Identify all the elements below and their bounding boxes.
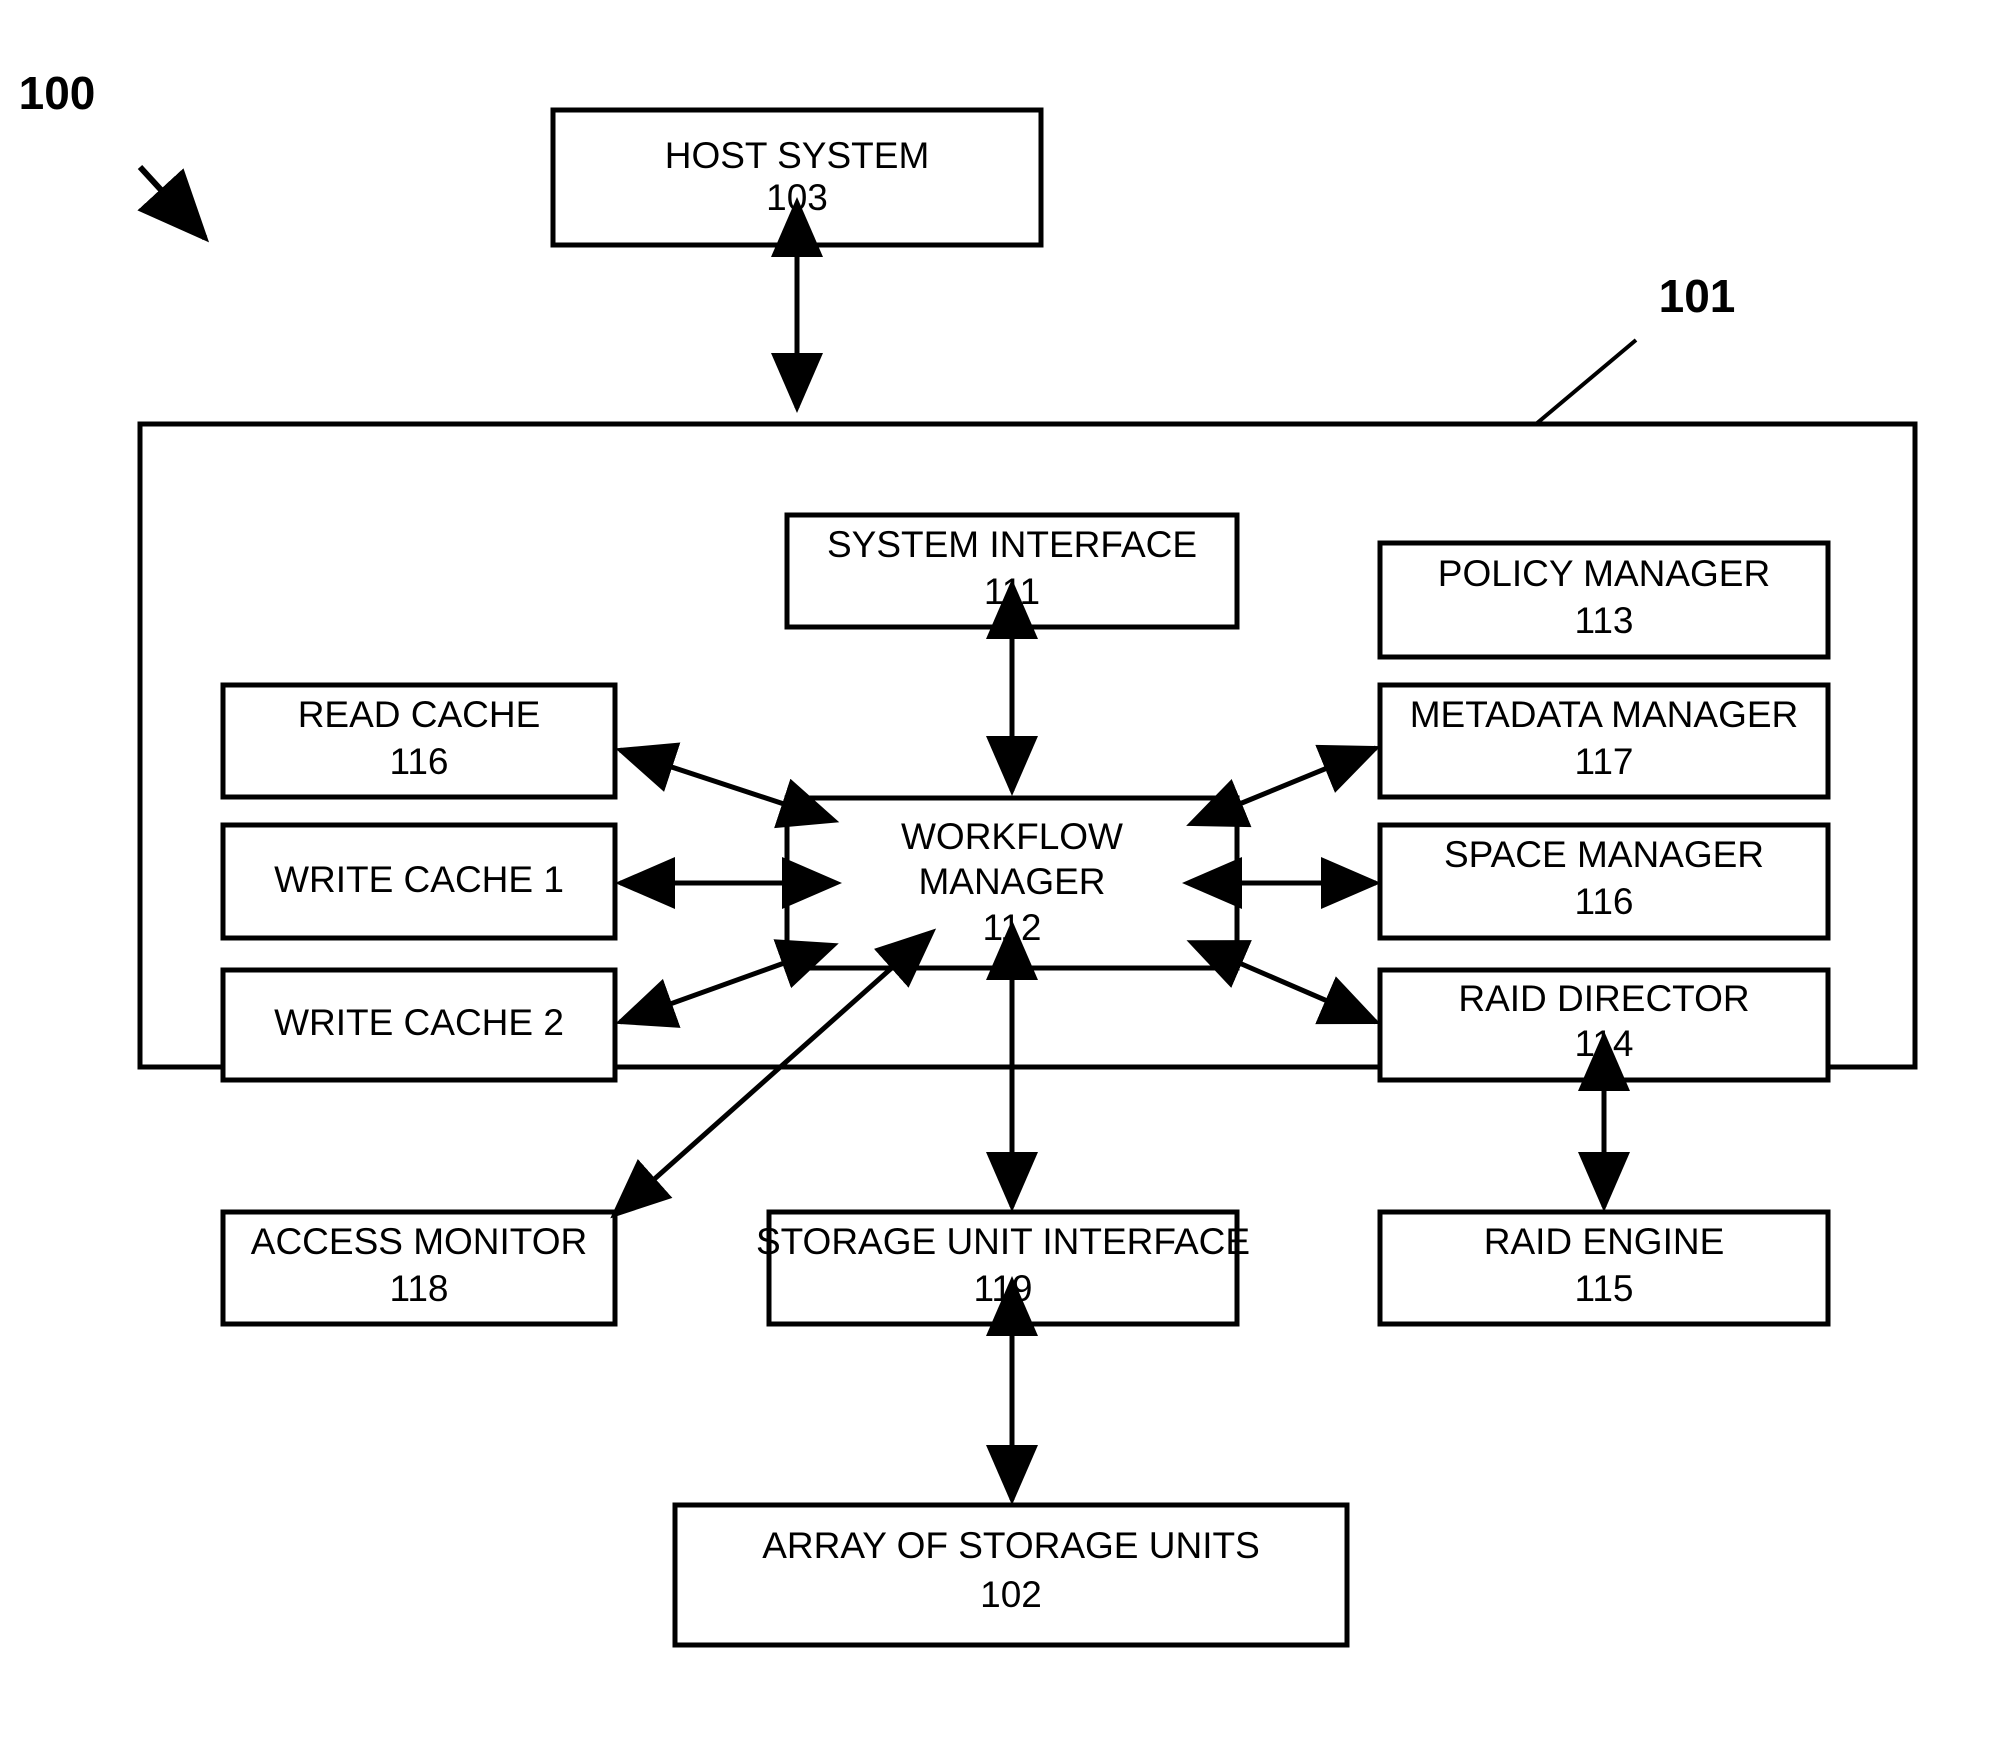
system-interface-title: SYSTEM INTERFACE: [827, 524, 1197, 565]
box-metadata-manager[interactable]: METADATA MANAGER 117: [1377, 682, 1831, 800]
box-raid-director[interactable]: RAID DIRECTOR 114: [1377, 967, 1831, 1083]
system-interface-ref: 111: [984, 571, 1040, 612]
connector-workflow-to-raid-director: [1186, 940, 1381, 1025]
access-monitor-title: ACCESS MONITOR: [251, 1221, 587, 1262]
host-system-ref: 103: [766, 177, 828, 218]
host-system-title: HOST SYSTEM: [665, 135, 930, 176]
metadata-manager-ref: 117: [1575, 741, 1634, 782]
policy-manager-title: POLICY MANAGER: [1438, 553, 1770, 594]
box-array-of-storage-units[interactable]: ARRAY OF STORAGE UNITS 102: [672, 1502, 1350, 1648]
write-cache-1-title: WRITE CACHE 1: [274, 859, 564, 900]
system-ref-leader-line: [1534, 338, 1638, 426]
policy-manager-ref: 113: [1575, 600, 1634, 641]
workflow-manager-ref: 112: [983, 907, 1042, 948]
connector-workflow-to-metadata-manager: [1186, 744, 1381, 828]
raid-director-title: RAID DIRECTOR: [1458, 978, 1749, 1019]
space-manager-ref: 116: [1575, 881, 1634, 922]
box-policy-manager[interactable]: POLICY MANAGER 113: [1377, 540, 1831, 660]
raid-engine-title: RAID ENGINE: [1484, 1221, 1725, 1262]
array-of-storage-units-ref: 102: [980, 1574, 1042, 1615]
workflow-manager-title-line2: MANAGER: [918, 861, 1105, 902]
array-of-storage-units-title: ARRAY OF STORAGE UNITS: [762, 1525, 1260, 1566]
box-workflow-manager[interactable]: WORKFLOW MANAGER 112: [784, 795, 1240, 971]
figure-leader-arrow-icon: [137, 164, 210, 243]
box-raid-engine[interactable]: RAID ENGINE 115: [1377, 1209, 1831, 1327]
box-system-interface[interactable]: SYSTEM INTERFACE 111: [784, 512, 1240, 630]
box-space-manager[interactable]: SPACE MANAGER 116: [1377, 822, 1831, 941]
system-ref-label: 101: [1659, 270, 1736, 322]
box-write-cache-1[interactable]: WRITE CACHE 1: [220, 822, 618, 941]
system-block-diagram: 100 101 HOST SYSTEM 103 SYSTEM INTERFACE…: [19, 67, 1918, 1648]
access-monitor-ref: 118: [390, 1268, 449, 1309]
space-manager-title: SPACE MANAGER: [1444, 834, 1764, 875]
connector-workflow-to-access-monitor: [610, 928, 937, 1219]
storage-unit-interface-title: STORAGE UNIT INTERFACE: [756, 1221, 1250, 1262]
box-host-system[interactable]: HOST SYSTEM 103: [550, 107, 1044, 248]
read-cache-ref: 116: [390, 741, 449, 782]
box-read-cache[interactable]: READ CACHE 116: [220, 682, 618, 800]
raid-director-ref: 114: [1575, 1023, 1634, 1064]
raid-engine-ref: 115: [1575, 1268, 1634, 1309]
read-cache-title: READ CACHE: [298, 694, 541, 735]
connector-workflow-to-write-cache-2: [615, 939, 839, 1028]
workflow-manager-title-line1: WORKFLOW: [901, 816, 1123, 857]
figure-number-label: 100: [19, 67, 96, 119]
patent-figure-page: 100 101 HOST SYSTEM 103 SYSTEM INTERFACE…: [0, 0, 1993, 1738]
metadata-manager-title: METADATA MANAGER: [1410, 694, 1799, 735]
write-cache-2-title: WRITE CACHE 2: [274, 1002, 564, 1043]
box-storage-unit-interface[interactable]: STORAGE UNIT INTERFACE 119: [756, 1209, 1250, 1327]
connector-workflow-to-read-cache: [615, 742, 840, 829]
storage-unit-interface-ref: 119: [974, 1268, 1033, 1309]
box-access-monitor[interactable]: ACCESS MONITOR 118: [220, 1209, 618, 1327]
box-write-cache-2[interactable]: WRITE CACHE 2: [220, 967, 618, 1083]
